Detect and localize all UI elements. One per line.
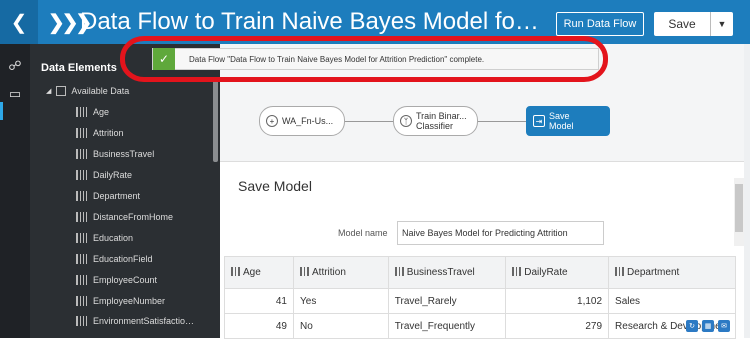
annotation-circle bbox=[120, 36, 608, 82]
table-cell: No bbox=[293, 313, 389, 339]
column-icon bbox=[231, 267, 240, 276]
table-row: 41 Yes Travel_Rarely 1,102 Sales bbox=[224, 288, 736, 314]
column-icon bbox=[76, 107, 87, 117]
panel-heading: Save Model bbox=[238, 178, 312, 194]
column-header[interactable]: DailyRate bbox=[505, 256, 610, 289]
field-item[interactable]: EnvironmentSatisfactio… bbox=[76, 316, 194, 326]
column-icon bbox=[76, 191, 87, 201]
field-item[interactable]: Age bbox=[76, 107, 109, 117]
grid-icon[interactable]: ▦ bbox=[702, 320, 714, 332]
tree-root-label: Available Data bbox=[71, 86, 130, 96]
chevron-left-icon: ❮ bbox=[10, 11, 28, 34]
table-cell: 49 bbox=[224, 313, 294, 339]
add-icon[interactable]: + bbox=[266, 115, 278, 127]
sidebar-scrollbar[interactable] bbox=[213, 78, 218, 162]
field-label: Education bbox=[93, 233, 134, 243]
save-dropdown-icon[interactable]: ▼ bbox=[711, 12, 733, 36]
field-item[interactable]: BusinessTravel bbox=[76, 149, 154, 159]
column-icon bbox=[76, 170, 87, 180]
field-label: DistanceFromHome bbox=[93, 212, 174, 222]
right-edge bbox=[744, 44, 750, 338]
field-item[interactable]: Attrition bbox=[76, 128, 124, 138]
connection-icon[interactable]: ▭ bbox=[6, 86, 24, 102]
chat-icon[interactable]: ✉ bbox=[718, 320, 730, 332]
field-label: Department bbox=[93, 191, 141, 201]
table-cell: Travel_Rarely bbox=[387, 288, 507, 314]
table-header-row: Age Attrition BusinessTravel DailyRate D… bbox=[224, 256, 736, 289]
field-label: BusinessTravel bbox=[93, 149, 155, 159]
column-header[interactable]: Attrition bbox=[293, 256, 389, 289]
node-label: WA_Fn-Us... bbox=[282, 116, 334, 126]
model-name-input[interactable]: Naive Bayes Model for Predicting Attriti… bbox=[397, 221, 604, 245]
table-cell: Sales bbox=[608, 288, 736, 314]
column-header[interactable]: Department bbox=[608, 256, 736, 289]
panel-scrollbar[interactable] bbox=[734, 178, 744, 246]
field-item[interactable]: DistanceFromHome bbox=[76, 212, 173, 222]
column-icon bbox=[76, 233, 87, 243]
flow-node-train-classifier[interactable]: ᛉ Train Binar... Classifier bbox=[393, 106, 478, 136]
page-title: Data Flow to Train Naive Bayes Model for… bbox=[80, 8, 540, 35]
data-elements-panel: Data Elements ◢ Available Data Age Attri… bbox=[30, 44, 220, 338]
data-elements-icon[interactable]: ☍ bbox=[6, 58, 24, 74]
node-label: Save Model bbox=[549, 111, 574, 131]
field-item[interactable]: EmployeeCount bbox=[76, 275, 157, 285]
scrollbar-thumb[interactable] bbox=[735, 184, 743, 232]
save-split-button[interactable]: Save ▼ bbox=[654, 12, 733, 36]
column-icon bbox=[76, 254, 87, 264]
run-data-flow-button[interactable]: Run Data Flow bbox=[556, 12, 644, 36]
field-item[interactable]: Education bbox=[76, 233, 133, 243]
column-icon bbox=[76, 275, 87, 285]
node-label: Train Binar... Classifier bbox=[416, 111, 467, 131]
column-header[interactable]: BusinessTravel bbox=[387, 256, 507, 289]
refresh-icon[interactable]: ↻ bbox=[686, 320, 698, 332]
field-label: EmployeeNumber bbox=[93, 296, 166, 306]
column-icon bbox=[512, 267, 522, 276]
save-model-icon: ⇥ bbox=[533, 115, 545, 127]
table-cell: 1,102 bbox=[505, 288, 610, 314]
table-cell: Yes bbox=[293, 288, 389, 314]
column-icon bbox=[394, 267, 404, 276]
save-model-panel: Save Model Model name Naive Bayes Model … bbox=[220, 162, 740, 339]
column-header[interactable]: Age bbox=[224, 256, 294, 289]
dataset-icon bbox=[56, 86, 67, 96]
table-cell: Travel_Frequently bbox=[387, 313, 507, 339]
field-label: EmployeeCount bbox=[93, 275, 158, 285]
field-label: EducationField bbox=[93, 254, 153, 264]
field-label: Age bbox=[93, 107, 110, 117]
column-icon bbox=[76, 296, 87, 306]
field-label: Attrition bbox=[93, 128, 124, 138]
column-icon bbox=[615, 267, 625, 276]
model-name-label: Model name bbox=[338, 228, 388, 238]
left-rail: ☍ ▭ bbox=[0, 44, 30, 338]
branch-icon: ᛉ bbox=[400, 115, 412, 127]
table-row: 49 No Travel_Frequently 279 Research & D… bbox=[224, 313, 736, 339]
column-icon bbox=[76, 212, 87, 222]
field-label: DailyRate bbox=[93, 170, 133, 180]
table-cell: 279 bbox=[505, 313, 610, 339]
expand-icon[interactable]: ◢ bbox=[46, 87, 51, 95]
field-item[interactable]: Department bbox=[76, 191, 140, 201]
back-button[interactable]: ❮ bbox=[0, 0, 38, 44]
field-item[interactable]: DailyRate bbox=[76, 170, 132, 180]
column-icon bbox=[76, 316, 87, 326]
bottom-tool-icons: ↻ ▦ ✉ bbox=[686, 320, 730, 332]
save-button[interactable]: Save bbox=[654, 12, 711, 36]
rail-selection-indicator bbox=[0, 102, 3, 120]
column-icon bbox=[300, 267, 309, 276]
column-icon bbox=[76, 128, 87, 138]
flow-connector bbox=[478, 121, 526, 122]
field-item[interactable]: EducationField bbox=[76, 254, 153, 264]
field-label: EnvironmentSatisfactio… bbox=[93, 316, 195, 326]
data-preview-table: Age Attrition BusinessTravel DailyRate D… bbox=[224, 256, 736, 339]
tree-root-available-data[interactable]: ◢ Available Data bbox=[46, 86, 129, 96]
column-icon bbox=[76, 149, 87, 159]
table-cell: 41 bbox=[224, 288, 294, 314]
flow-node-save-model[interactable]: ⇥ Save Model bbox=[526, 106, 610, 136]
flow-connector bbox=[345, 121, 393, 122]
panel-title: Data Elements bbox=[41, 62, 117, 74]
field-item[interactable]: EmployeeNumber bbox=[76, 296, 165, 306]
flow-node-dataset[interactable]: + WA_Fn-Us... bbox=[259, 106, 345, 136]
